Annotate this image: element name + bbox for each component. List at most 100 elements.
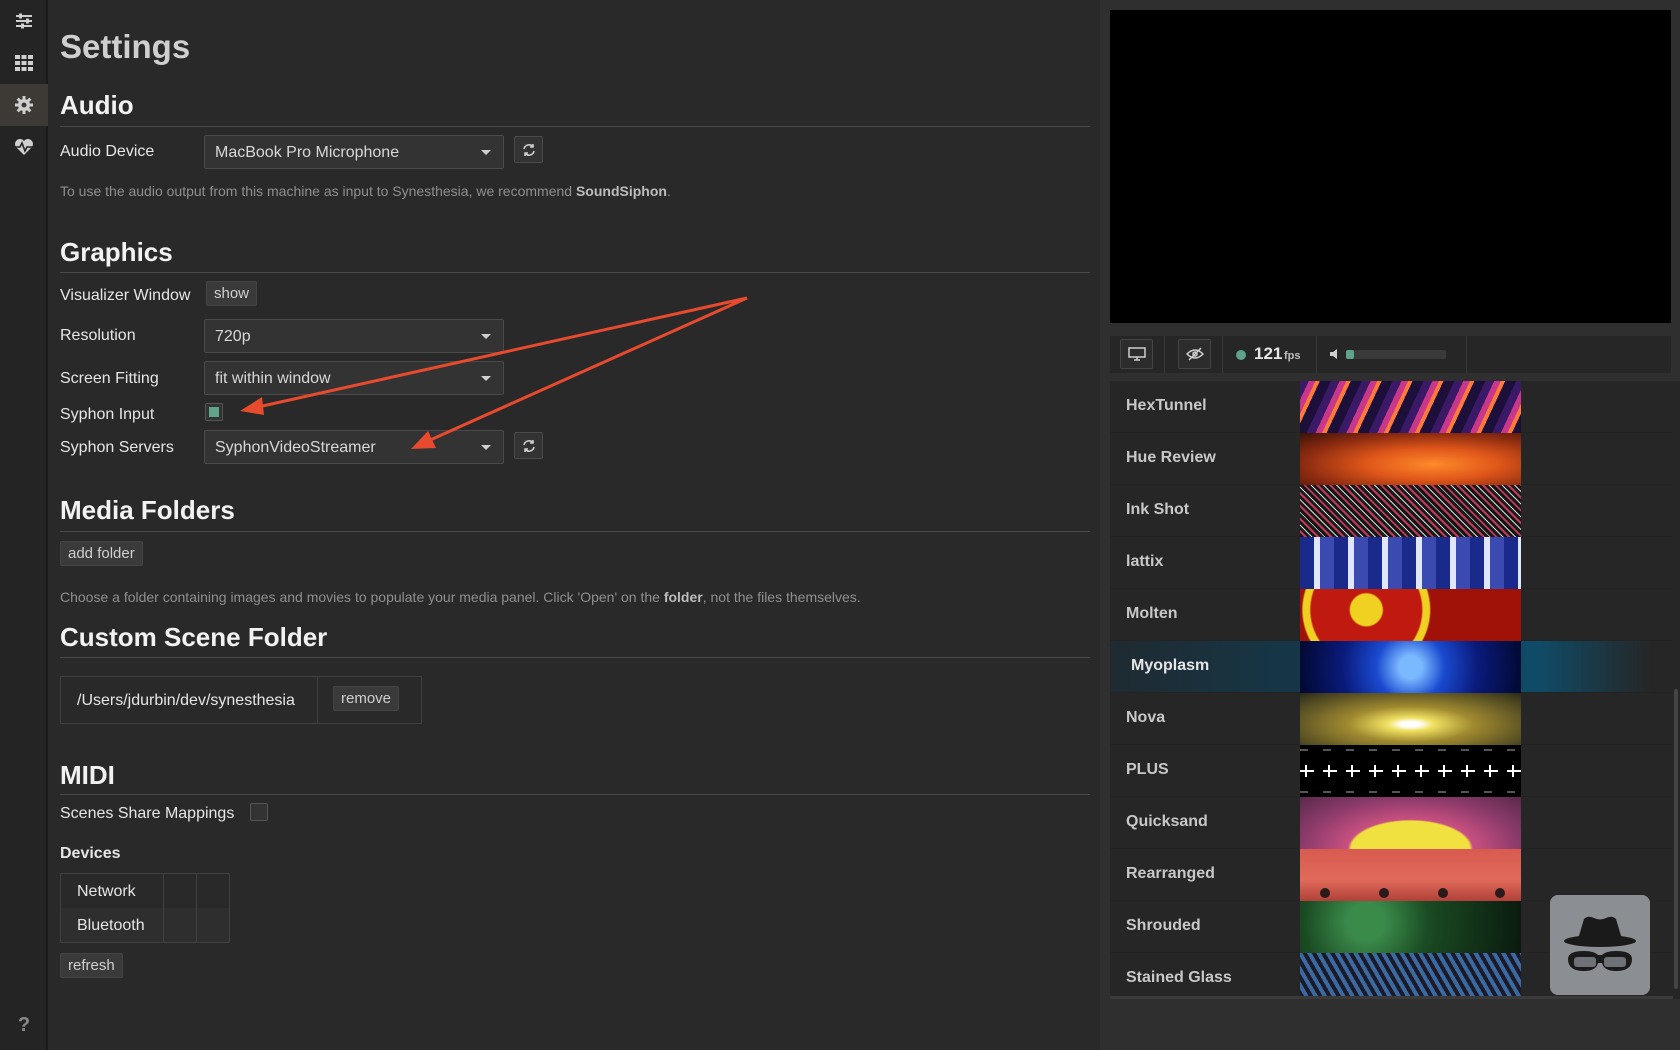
- control-separator: [1466, 336, 1467, 373]
- scene-thumbnail: [1300, 901, 1521, 953]
- midi-device-row[interactable]: Bluetooth: [61, 908, 229, 942]
- monitor-icon: [1127, 347, 1146, 361]
- resolution-value: 720p: [215, 328, 251, 345]
- scene-item-hextunnel[interactable]: HexTunnel: [1110, 381, 1680, 433]
- scene-thumbnail: [1300, 849, 1521, 901]
- syphon-input-checkbox[interactable]: [205, 403, 223, 421]
- audio-divider: [60, 126, 1090, 127]
- visualizer-show-button[interactable]: show: [206, 281, 258, 306]
- volume-icon: [1330, 349, 1337, 359]
- media-help-text: Choose a folder containing images and mo…: [60, 589, 861, 605]
- fps-unit: fps: [1284, 350, 1301, 362]
- rail-item-controls[interactable]: [0, 0, 48, 42]
- scene-name: Rearranged: [1126, 865, 1215, 882]
- help-button[interactable]: ?: [0, 1010, 48, 1040]
- control-separator: [1316, 336, 1317, 373]
- incognito-badge: [1550, 895, 1650, 995]
- visualizer-window-label: Visualizer Window: [60, 287, 191, 304]
- rail-item-health[interactable]: [0, 126, 48, 168]
- scene-item-hue-review[interactable]: Hue Review: [1110, 433, 1680, 485]
- refresh-icon: [522, 439, 535, 452]
- chevron-down-icon: [481, 445, 491, 450]
- display-button[interactable]: [1120, 339, 1153, 369]
- page-title: Settings: [60, 28, 191, 65]
- graphics-section-title: Graphics: [60, 237, 173, 267]
- refresh-icon: [522, 143, 535, 156]
- chevron-down-icon: [481, 376, 491, 381]
- scene-thumbnail: [1300, 797, 1521, 849]
- scene-thumbnail: [1300, 589, 1521, 641]
- scene-name: Hue Review: [1126, 449, 1216, 466]
- left-rail: ?: [0, 0, 48, 1050]
- audio-section-title: Audio: [60, 90, 134, 120]
- audio-help-text: To use the audio output from this machin…: [60, 183, 671, 199]
- hide-preview-button[interactable]: [1178, 339, 1211, 369]
- syphon-servers-value: SyphonVideoStreamer: [215, 439, 376, 456]
- gear-icon: [15, 96, 33, 114]
- rail-item-scenes[interactable]: [0, 42, 48, 84]
- preview-controls: 121 fps: [1110, 336, 1671, 373]
- control-separator: [1164, 336, 1165, 373]
- rail-item-settings[interactable]: [0, 84, 48, 126]
- syphon-input-label: Syphon Input: [60, 406, 155, 423]
- heart-pulse-icon: [15, 139, 33, 155]
- custom-scene-section-title: Custom Scene Folder: [60, 622, 328, 652]
- scene-item-rearranged[interactable]: Rearranged: [1110, 849, 1680, 901]
- resolution-label: Resolution: [60, 327, 136, 344]
- syphon-refresh-button[interactable]: [514, 432, 543, 459]
- scene-name: Ink Shot: [1126, 501, 1190, 518]
- media-section-title: Media Folders: [60, 495, 235, 525]
- midi-refresh-button[interactable]: refresh: [60, 953, 123, 978]
- scrollbar-thumb[interactable]: [1674, 689, 1678, 989]
- chevron-down-icon: [481, 150, 491, 155]
- incognito-icon: [1564, 916, 1636, 971]
- scene-thumbnail: [1300, 381, 1521, 433]
- scene-thumbnail: [1300, 537, 1521, 589]
- chevron-down-icon: [481, 334, 491, 339]
- scene-list-scrollbar[interactable]: [1673, 381, 1680, 999]
- volume-slider-fill: [1346, 350, 1354, 359]
- screen-fitting-select[interactable]: fit within window: [204, 361, 504, 395]
- soundsiphon-link[interactable]: SoundSiphon: [576, 183, 667, 199]
- audio-device-select[interactable]: MacBook Pro Microphone: [204, 135, 504, 169]
- audio-refresh-button[interactable]: [514, 136, 543, 163]
- settings-panel: Settings Audio Audio Device MacBook Pro …: [60, 0, 1090, 1050]
- scene-name: Myoplasm: [1131, 657, 1210, 674]
- scene-item-nova[interactable]: Nova: [1110, 693, 1680, 745]
- add-folder-button[interactable]: add folder: [60, 541, 143, 566]
- scene-name: Molten: [1126, 605, 1178, 622]
- devices-label: Devices: [60, 845, 121, 862]
- resolution-select[interactable]: 720p: [204, 319, 504, 353]
- scene-item-quicksand[interactable]: Quicksand: [1110, 797, 1680, 849]
- scene-item-myoplasm[interactable]: Myoplasm: [1110, 641, 1680, 693]
- scene-thumbnail: [1300, 641, 1521, 693]
- screen-fitting-label: Screen Fitting: [60, 370, 159, 387]
- eye-slash-icon: [1185, 347, 1204, 361]
- syphon-servers-label: Syphon Servers: [60, 439, 174, 456]
- scene-name: Stained Glass: [1126, 969, 1232, 986]
- table-column-divider: [163, 874, 164, 942]
- midi-divider: [60, 794, 1090, 795]
- volume-slider[interactable]: [1346, 350, 1446, 359]
- scenes-share-mappings-label: Scenes Share Mappings: [60, 805, 235, 822]
- graphics-divider: [60, 272, 1090, 273]
- scenes-share-mappings-checkbox[interactable]: [250, 803, 268, 821]
- scene-item-molten[interactable]: Molten: [1110, 589, 1680, 641]
- checkbox-check: [209, 407, 219, 417]
- scene-item-lattix[interactable]: lattix: [1110, 537, 1680, 589]
- syphon-servers-select[interactable]: SyphonVideoStreamer: [204, 430, 504, 464]
- scene-name: Quicksand: [1126, 813, 1208, 830]
- remove-folder-button[interactable]: remove: [333, 686, 400, 711]
- scene-name: HexTunnel: [1126, 397, 1207, 414]
- plus-pattern: [1300, 749, 1521, 793]
- screen-fitting-value: fit within window: [215, 370, 331, 387]
- table-column-divider: [196, 874, 197, 942]
- sliders-icon: [16, 13, 32, 29]
- fps-value: 121: [1254, 344, 1283, 363]
- scene-item-ink-shot[interactable]: Ink Shot: [1110, 485, 1680, 537]
- scene-thumbnail: [1300, 693, 1521, 745]
- scene-name: Nova: [1126, 709, 1166, 726]
- midi-device-row[interactable]: Network: [61, 874, 229, 908]
- dot-pattern: [1320, 888, 1505, 898]
- scene-item-plus[interactable]: PLUS: [1110, 745, 1680, 797]
